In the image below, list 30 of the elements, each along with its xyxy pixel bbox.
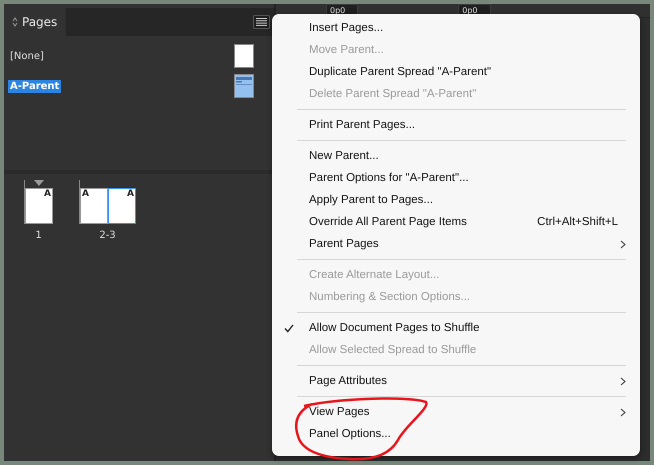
menu-item[interactable]: View Pages [272, 401, 626, 423]
menu-icon [256, 18, 267, 26]
menu-item[interactable]: Allow Document Pages to Shuffle [272, 317, 626, 339]
panel-menu-button[interactable] [253, 15, 270, 29]
menu-item[interactable]: Insert Pages... [272, 17, 626, 39]
page-number: 1 [35, 230, 42, 241]
page-number: 2-3 [99, 230, 116, 241]
parent-name[interactable]: A-Parent [8, 80, 62, 92]
updown-icon [12, 17, 18, 27]
menu-item[interactable]: Page Attributes [272, 370, 626, 392]
menu-item[interactable]: Apply Parent to Pages... [272, 189, 626, 211]
menu-item[interactable]: Duplicate Parent Spread "A-Parent" [272, 61, 626, 83]
page-thumbnail[interactable]: A [25, 188, 53, 224]
parent-prefix: A [82, 189, 89, 199]
pages-tab[interactable]: Pages [4, 8, 66, 36]
parent-prefix: A [44, 189, 51, 199]
menu-item[interactable]: New Parent... [272, 145, 626, 167]
parent-prefix: A [127, 189, 134, 199]
menu-item[interactable]: Override All Parent Page Items Ctrl+Alt+Shift+L [272, 211, 626, 233]
page-spread[interactable]: A [24, 180, 53, 224]
menu-item[interactable]: Panel Options... [272, 423, 626, 445]
menu-item[interactable]: Parent Options for "A-Parent"... [272, 167, 626, 189]
page-thumbnail[interactable]: A [80, 188, 108, 224]
page-thumbnail[interactable]: A [108, 188, 136, 224]
menu-item[interactable]: Print Parent Pages... [272, 114, 626, 136]
shortcut-text: Ctrl+Alt+Shift+L [537, 216, 618, 228]
parent-name[interactable]: [None] [8, 50, 46, 62]
current-page-marker [34, 180, 44, 186]
page-spread[interactable]: A A [79, 180, 136, 224]
menu-item[interactable]: Parent Pages [272, 233, 626, 255]
